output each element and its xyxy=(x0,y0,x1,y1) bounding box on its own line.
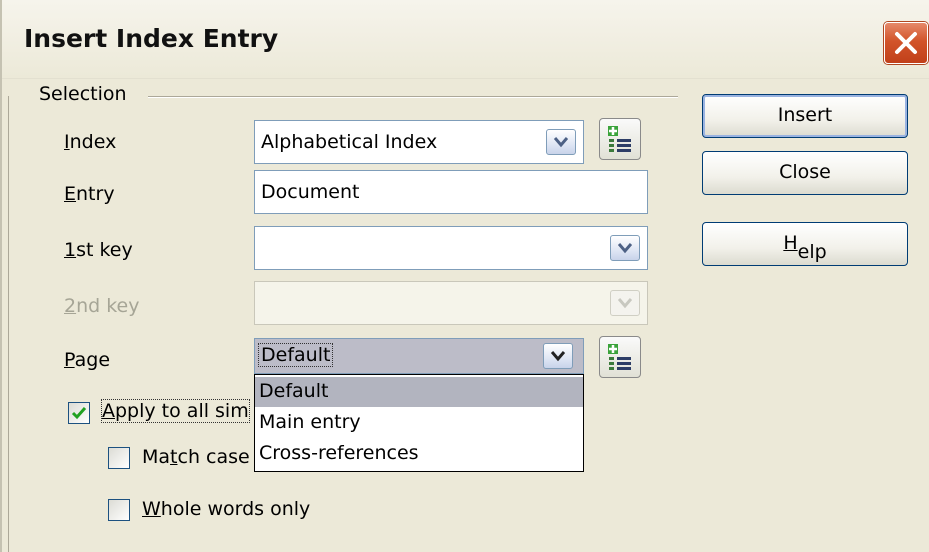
index-label: Index xyxy=(64,131,117,153)
chevron-down-icon xyxy=(610,290,640,316)
checkmark-icon xyxy=(71,407,87,420)
second-key-combobox xyxy=(254,281,648,325)
page-option-main-entry[interactable]: Main entry xyxy=(255,408,583,438)
page-select[interactable]: Default xyxy=(254,338,584,374)
title-bar[interactable]: Insert Index Entry xyxy=(2,0,929,79)
entry-input-value: Document xyxy=(261,181,360,203)
insert-index-entry-dialog: Insert Index Entry Selection Index Alpha… xyxy=(0,0,929,552)
second-key-label: 2nd key xyxy=(64,295,140,317)
close-button[interactable]: Close xyxy=(702,151,908,195)
apply-to-all-label[interactable]: Apply to all sim xyxy=(101,399,250,423)
new-index-button[interactable] xyxy=(599,118,641,160)
close-icon[interactable] xyxy=(884,22,928,64)
dialog-title: Insert Index Entry xyxy=(24,24,279,53)
page-label: Page xyxy=(64,349,111,371)
first-key-label: 1st key xyxy=(64,239,133,261)
apply-to-all-checkbox[interactable] xyxy=(68,402,90,424)
match-case-label[interactable]: Match case xyxy=(142,446,250,468)
group-border xyxy=(8,96,9,552)
entry-input[interactable]: Document xyxy=(254,170,648,214)
page-option-default[interactable]: Default xyxy=(255,377,583,407)
edit-page-style-button[interactable] xyxy=(599,336,641,378)
first-key-combobox[interactable] xyxy=(254,226,648,270)
whole-words-label[interactable]: Whole words only xyxy=(142,498,310,520)
selection-group-label: Selection xyxy=(39,83,127,105)
new-user-index-icon xyxy=(608,126,631,152)
match-case-checkbox[interactable] xyxy=(108,447,130,469)
help-button[interactable]: Help xyxy=(702,222,908,266)
page-option-cross-references[interactable]: Cross-references xyxy=(255,439,583,469)
whole-words-checkbox[interactable] xyxy=(108,499,130,521)
page-dropdown-list: Default Main entry Cross-references xyxy=(254,374,584,472)
chevron-down-icon[interactable] xyxy=(546,129,576,155)
new-user-index-icon xyxy=(608,344,631,370)
page-select-value: Default xyxy=(257,343,334,367)
entry-label: Entry xyxy=(64,183,115,205)
group-divider xyxy=(148,96,678,98)
chevron-down-icon[interactable] xyxy=(610,235,640,261)
insert-button[interactable]: Insert xyxy=(702,94,908,138)
chevron-down-icon[interactable] xyxy=(543,343,573,369)
index-select[interactable]: Alphabetical Index xyxy=(254,120,584,164)
index-select-value: Alphabetical Index xyxy=(261,131,438,153)
